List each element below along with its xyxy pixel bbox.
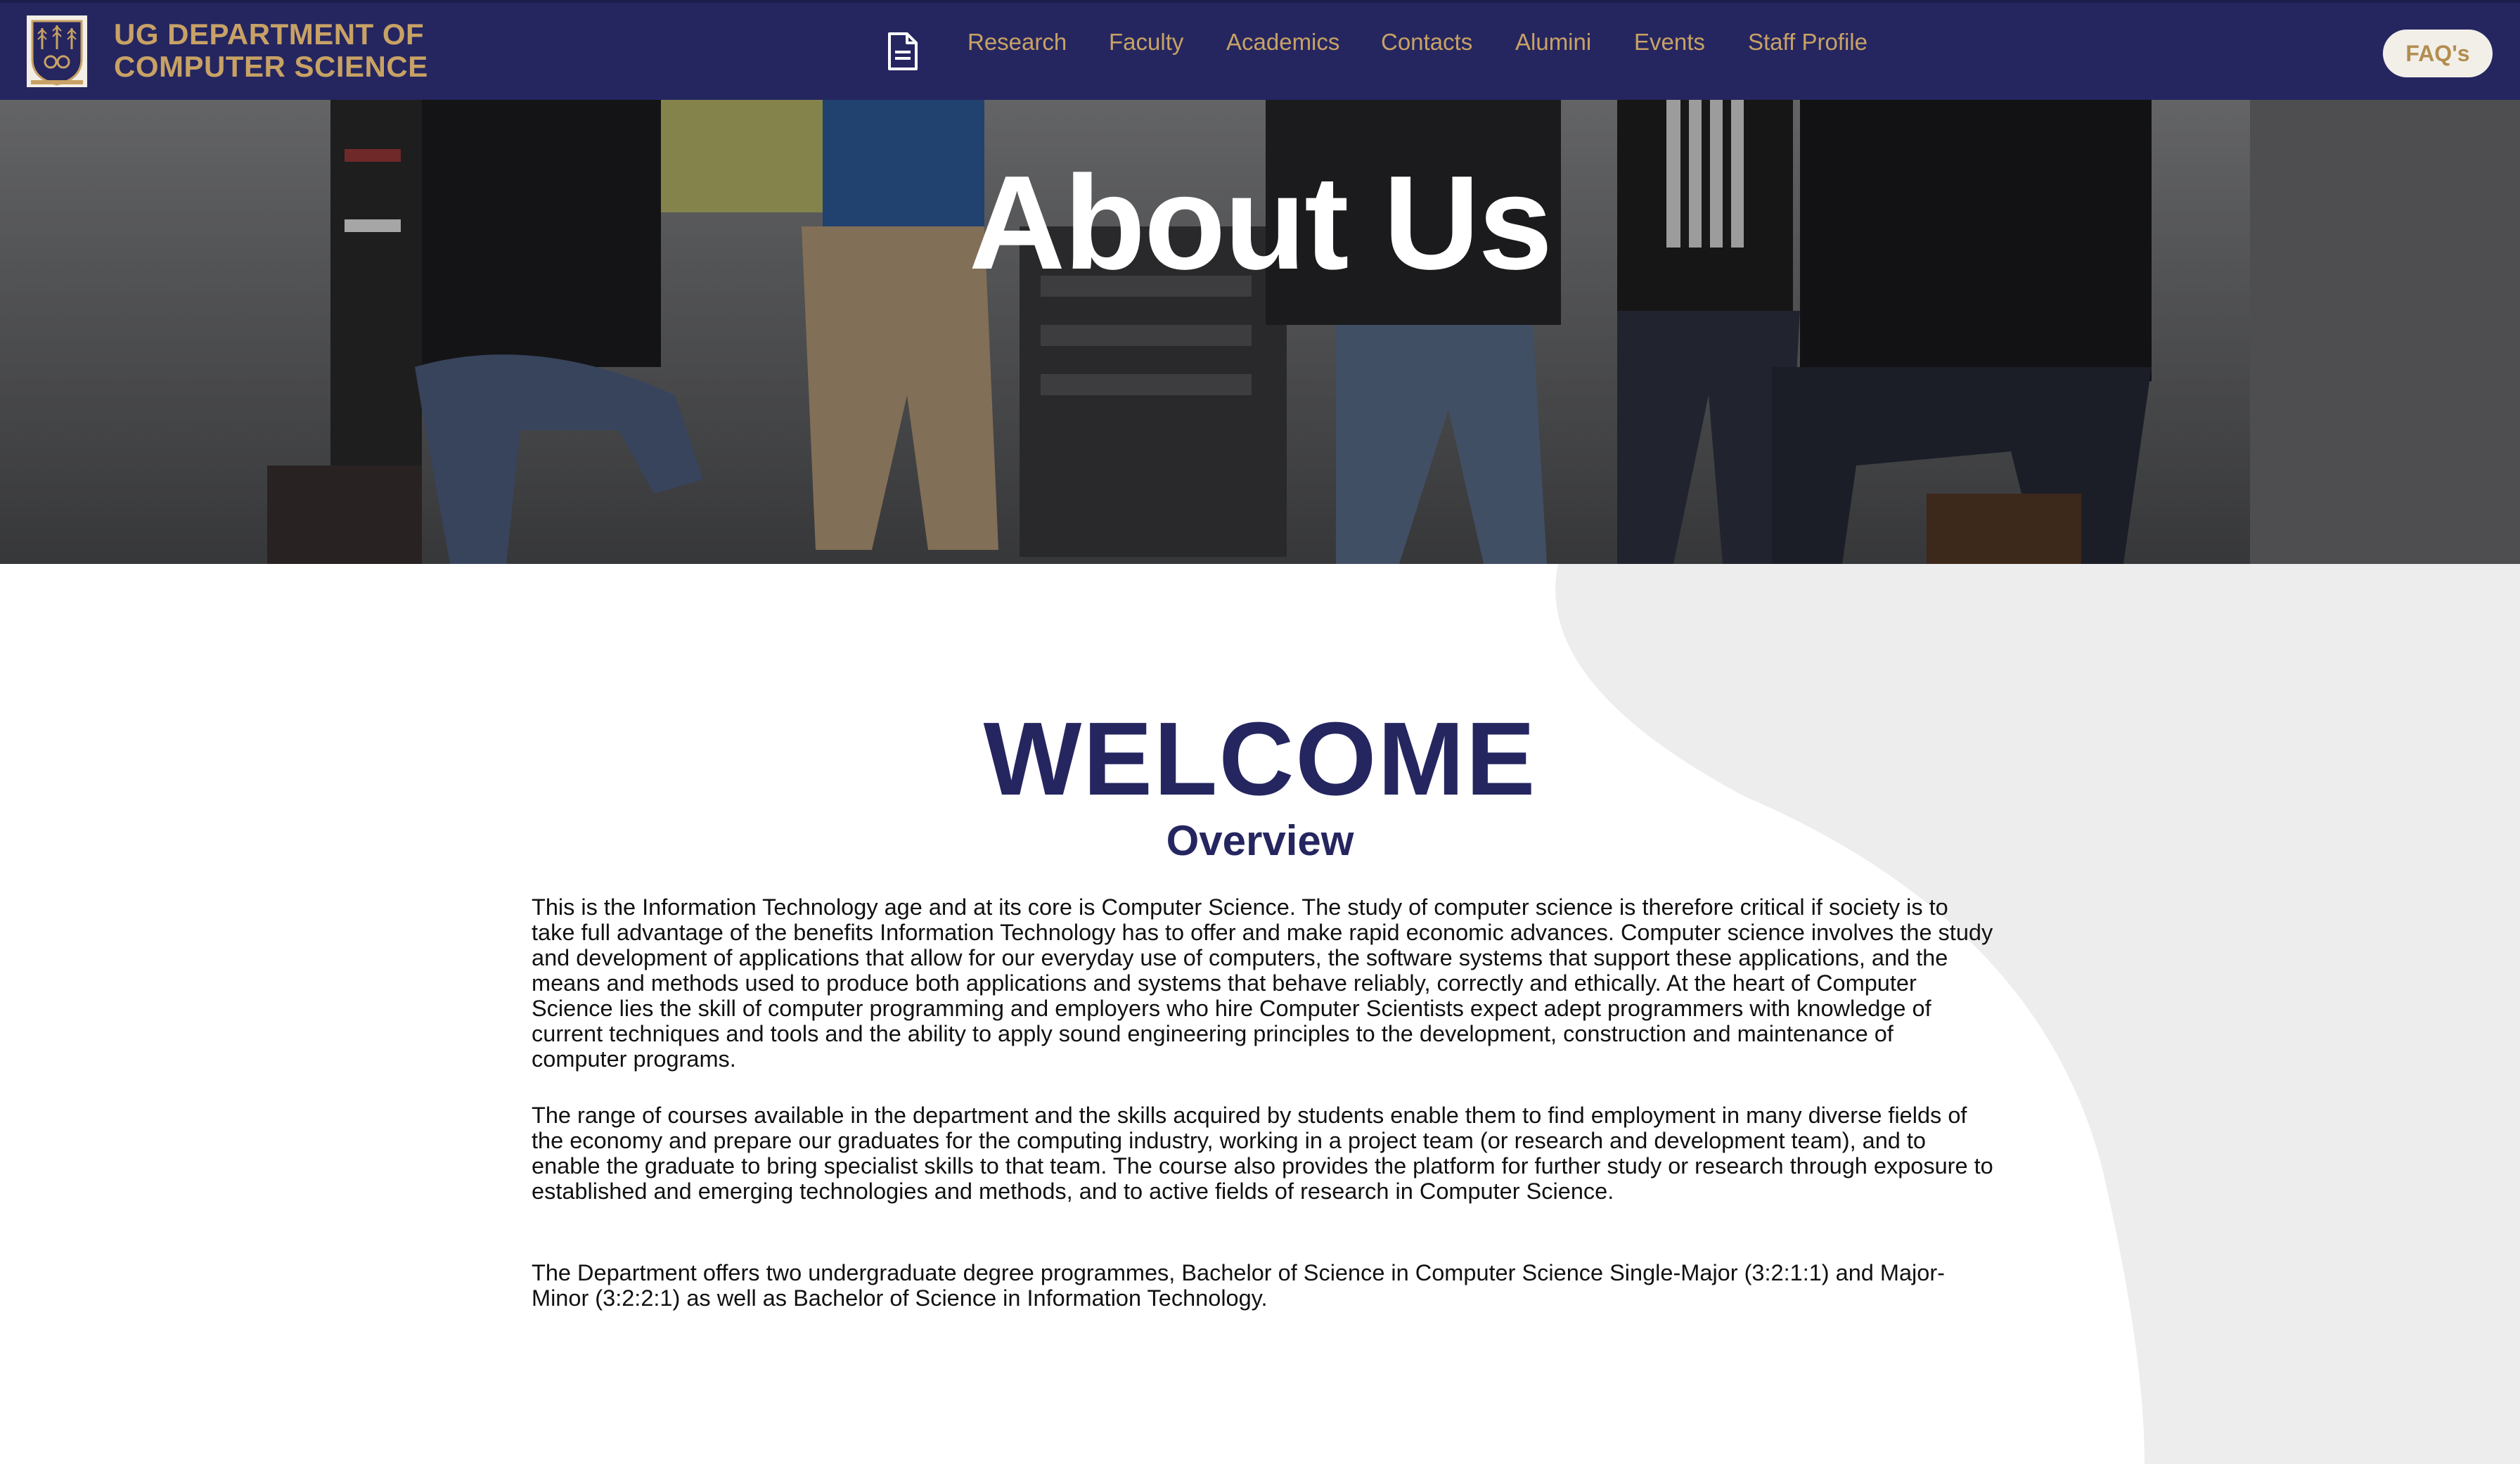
nav-research[interactable]: Research <box>968 27 1067 58</box>
nav-faculty[interactable]: Faculty <box>1109 27 1183 58</box>
nav-academics[interactable]: Academics <box>1226 27 1339 58</box>
overview-paragraph-1: This is the Information Technology age a… <box>532 894 1993 1072</box>
hero-title: About Us <box>968 148 1552 297</box>
nav-alumini[interactable]: Alumini <box>1515 27 1591 58</box>
brand-line-2: COMPUTER SCIENCE <box>114 50 428 83</box>
hero-banner: About Us <box>0 100 2520 564</box>
university-crest-icon[interactable] <box>27 15 87 87</box>
welcome-heading: WELCOME <box>983 701 1537 817</box>
document-icon[interactable] <box>885 31 920 72</box>
nav-contacts[interactable]: Contacts <box>1381 27 1472 58</box>
top-navbar: UG DEPARTMENT OF COMPUTER SCIENCE Resear… <box>0 0 2520 100</box>
site-brand[interactable]: UG DEPARTMENT OF COMPUTER SCIENCE <box>114 18 428 83</box>
nav-events[interactable]: Events <box>1634 27 1705 58</box>
overview-paragraph-2: The range of courses available in the de… <box>532 1103 1993 1204</box>
nav-staff-profile[interactable]: Staff Profile <box>1748 27 1868 58</box>
faq-button[interactable]: FAQ's <box>2383 30 2493 77</box>
brand-line-1: UG DEPARTMENT OF <box>114 18 425 51</box>
overview-subheading: Overview <box>1166 817 1354 864</box>
overview-paragraph-3: The Department offers two undergraduate … <box>532 1260 1946 1311</box>
